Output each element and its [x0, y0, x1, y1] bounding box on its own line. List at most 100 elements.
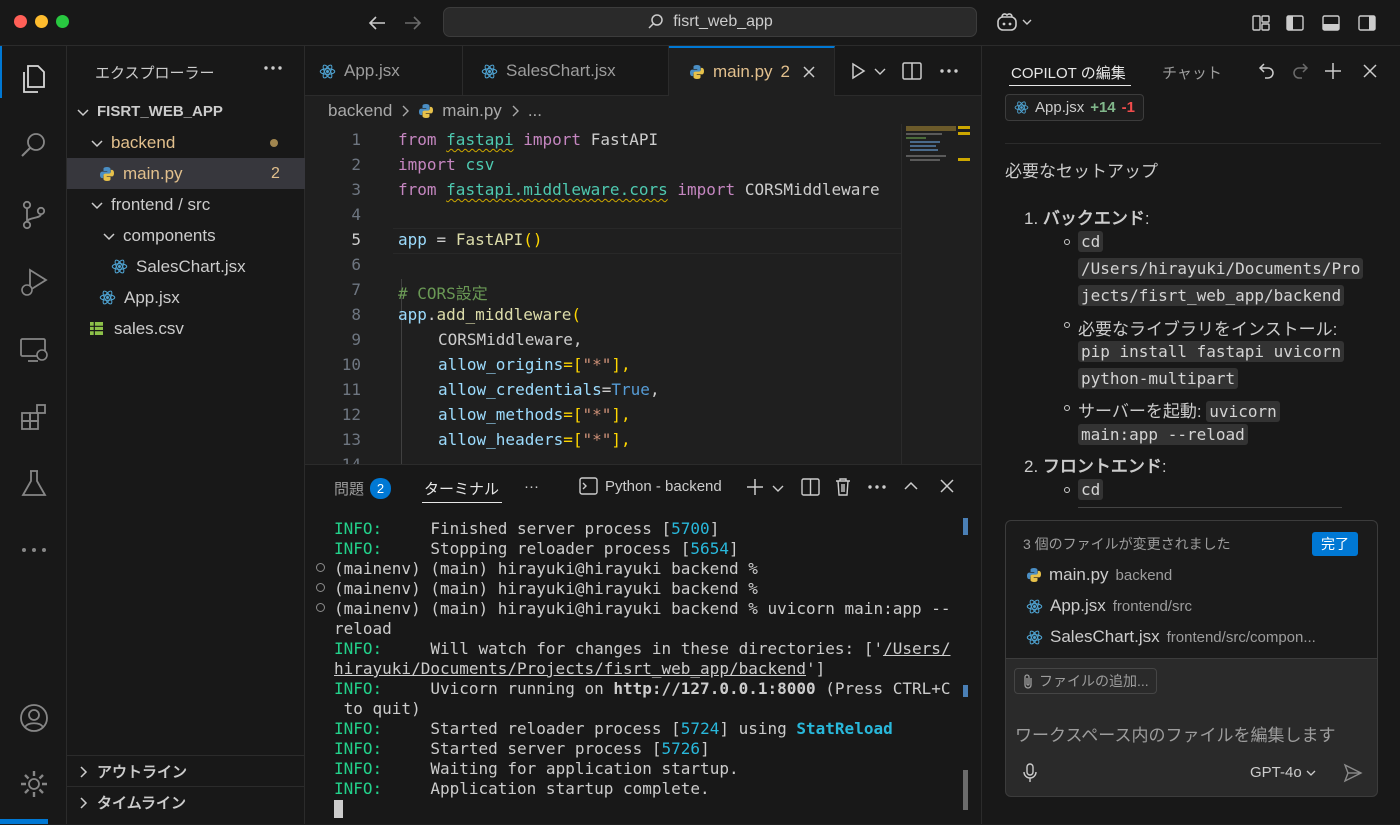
code-line: app.add_middleware( — [398, 305, 582, 324]
new-terminal-plus-icon[interactable] — [746, 478, 764, 496]
editor-more-icon[interactable] — [939, 68, 959, 74]
tab-saleschart-jsx[interactable]: SalesChart.jsx — [463, 46, 669, 96]
chat-input-box[interactable]: ファイルの追加... ワークスペース内のファイルを編集します GPT-4o — [1005, 658, 1378, 797]
toggle-panel-icon[interactable] — [1321, 13, 1341, 33]
changed-file-chip[interactable]: App.jsx +14 -1 — [1005, 94, 1144, 121]
panel-more-icon[interactable] — [867, 484, 887, 490]
minimize-window-button[interactable] — [35, 15, 48, 28]
breadcrumb: backend main.py ... — [328, 101, 542, 121]
changed-file-row[interactable]: App.jsx frontend/src — [1026, 596, 1192, 616]
panel-more-tabs[interactable]: ··· — [524, 478, 539, 495]
tab-copilot-edits[interactable]: COPILOT の編集 — [1011, 62, 1126, 83]
changed-files-box: 3 個のファイルが変更されました 完了 main.py backend App.… — [1005, 520, 1378, 660]
run-python-icon[interactable] — [849, 62, 867, 80]
timeline-section[interactable]: タイムライン — [67, 787, 305, 818]
send-icon[interactable] — [1343, 763, 1363, 783]
toggle-primary-sidebar-icon[interactable] — [1285, 13, 1305, 33]
settings-gear-icon[interactable] — [0, 758, 67, 810]
lines-added: +14 — [1090, 99, 1116, 116]
accept-done-button[interactable]: 完了 — [1312, 532, 1358, 556]
outline-section[interactable]: アウトライン — [67, 756, 305, 787]
line-number: 1 — [351, 130, 361, 149]
code-line: CORSMiddleware, — [438, 330, 583, 349]
run-debug-icon[interactable] — [0, 256, 67, 308]
breadcrumb-folder[interactable]: backend — [328, 101, 392, 121]
bullet — [1064, 405, 1070, 411]
extensions-icon[interactable] — [0, 391, 67, 443]
search-view-icon[interactable] — [0, 120, 67, 172]
code-chip: python-multipart — [1078, 368, 1239, 389]
source-control-icon[interactable] — [0, 189, 67, 241]
redo-icon[interactable] — [1291, 61, 1309, 81]
command-status-dot[interactable] — [316, 563, 325, 572]
tree-file-sales-csv[interactable]: sales.csv — [67, 313, 305, 344]
forward-arrow-icon[interactable] — [402, 12, 424, 34]
terminal-output[interactable]: INFO: Finished server process [5700] INF… — [305, 515, 981, 825]
explorer-more-icon[interactable] — [263, 64, 283, 72]
close-tab-icon[interactable] — [802, 65, 816, 79]
split-terminal-icon[interactable] — [801, 478, 820, 496]
tree-folder-backend[interactable]: backend — [67, 127, 305, 158]
testing-icon[interactable] — [0, 458, 67, 510]
changed-file-row[interactable]: SalesChart.jsx frontend/src/compon... — [1026, 627, 1316, 647]
maximize-panel-chevron-up-icon[interactable] — [903, 480, 919, 492]
close-panel-icon[interactable] — [1363, 64, 1377, 78]
close-window-button[interactable] — [14, 15, 27, 28]
command-center-search[interactable]: fisrt_web_app — [443, 7, 977, 37]
close-panel-icon[interactable] — [940, 479, 954, 493]
tab-terminal[interactable]: ターミナル — [424, 478, 499, 499]
new-edit-session-plus-icon[interactable] — [1324, 62, 1342, 80]
tree-folder-frontend-src[interactable]: frontend / src — [67, 189, 305, 220]
breadcrumb-file[interactable]: main.py — [442, 101, 502, 121]
react-icon — [1026, 598, 1043, 615]
remote-indicator[interactable] — [0, 819, 48, 824]
minimap[interactable] — [901, 124, 981, 464]
tab-app-jsx[interactable]: App.jsx — [305, 46, 463, 96]
customize-layout-icon[interactable] — [1251, 13, 1271, 33]
code-area[interactable]: 1 2 3 4 5 6 7 8 9 10 11 12 13 14 from fa… — [305, 126, 901, 464]
back-arrow-icon[interactable] — [366, 12, 388, 34]
terminal-line: (mainenv) (main) hirayuki@hirayuki backe… — [334, 579, 758, 598]
chevron-down-icon[interactable] — [874, 66, 886, 76]
copilot-menu-button[interactable] — [995, 11, 1032, 33]
breadcrumb-symbol[interactable]: ... — [528, 101, 542, 121]
command-status-dot[interactable] — [316, 583, 325, 592]
microphone-icon[interactable] — [1023, 763, 1037, 783]
setup-heading: 必要なセットアップ — [1005, 162, 1158, 181]
tab-problems[interactable]: 問題 2 — [334, 478, 392, 499]
remote-explorer-icon[interactable] — [0, 324, 67, 376]
trash-icon[interactable] — [834, 477, 852, 497]
workspace-root[interactable]: FISRT_WEB_APP — [67, 96, 305, 127]
tree-file-app-jsx[interactable]: App.jsx — [67, 282, 305, 313]
toggle-secondary-sidebar-icon[interactable] — [1357, 13, 1377, 33]
accounts-icon[interactable] — [0, 692, 67, 744]
tree-file-main-py[interactable]: main.py 2 — [67, 158, 305, 189]
terminal-selector[interactable]: Python - backend — [579, 477, 722, 495]
command-status-dot[interactable] — [316, 603, 325, 612]
tab-chat[interactable]: チャット — [1162, 62, 1222, 83]
step-2: 2. フロントエンド: — [1024, 457, 1167, 476]
add-files-button[interactable]: ファイルの追加... — [1014, 668, 1157, 694]
terminal-line: (mainenv) (main) hirayuki@hirayuki backe… — [334, 599, 951, 618]
changed-file-row[interactable]: main.py backend — [1026, 565, 1172, 585]
file-name: App.jsx — [1050, 596, 1106, 615]
code-line: allow_headers=["*"], — [438, 430, 631, 449]
bullet — [1064, 322, 1070, 328]
split-editor-icon[interactable] — [902, 62, 922, 80]
explorer-icon[interactable] — [0, 53, 67, 105]
tab-main-py[interactable]: main.py 2 — [669, 46, 835, 96]
undo-icon[interactable] — [1258, 61, 1276, 81]
terminal-scrollbar-thumb[interactable] — [963, 770, 968, 810]
zoom-window-button[interactable] — [56, 15, 69, 28]
more-views-icon[interactable] — [0, 524, 67, 576]
model-picker[interactable]: GPT-4o — [1250, 764, 1316, 781]
python-icon — [689, 64, 705, 80]
tree-folder-components[interactable]: components — [67, 220, 305, 251]
explorer-sidebar: エクスプローラー FISRT_WEB_APP backend main.py 2… — [67, 46, 305, 824]
tree-file-saleschart[interactable]: SalesChart.jsx — [67, 251, 305, 282]
step-1: 1. バックエンド: — [1024, 209, 1150, 228]
chevron-down-icon[interactable] — [772, 483, 784, 493]
chat-input-placeholder[interactable]: ワークスペース内のファイルを編集します — [1015, 721, 1335, 746]
tab-label: main.py — [713, 62, 773, 81]
chevron-right-icon — [80, 765, 88, 778]
